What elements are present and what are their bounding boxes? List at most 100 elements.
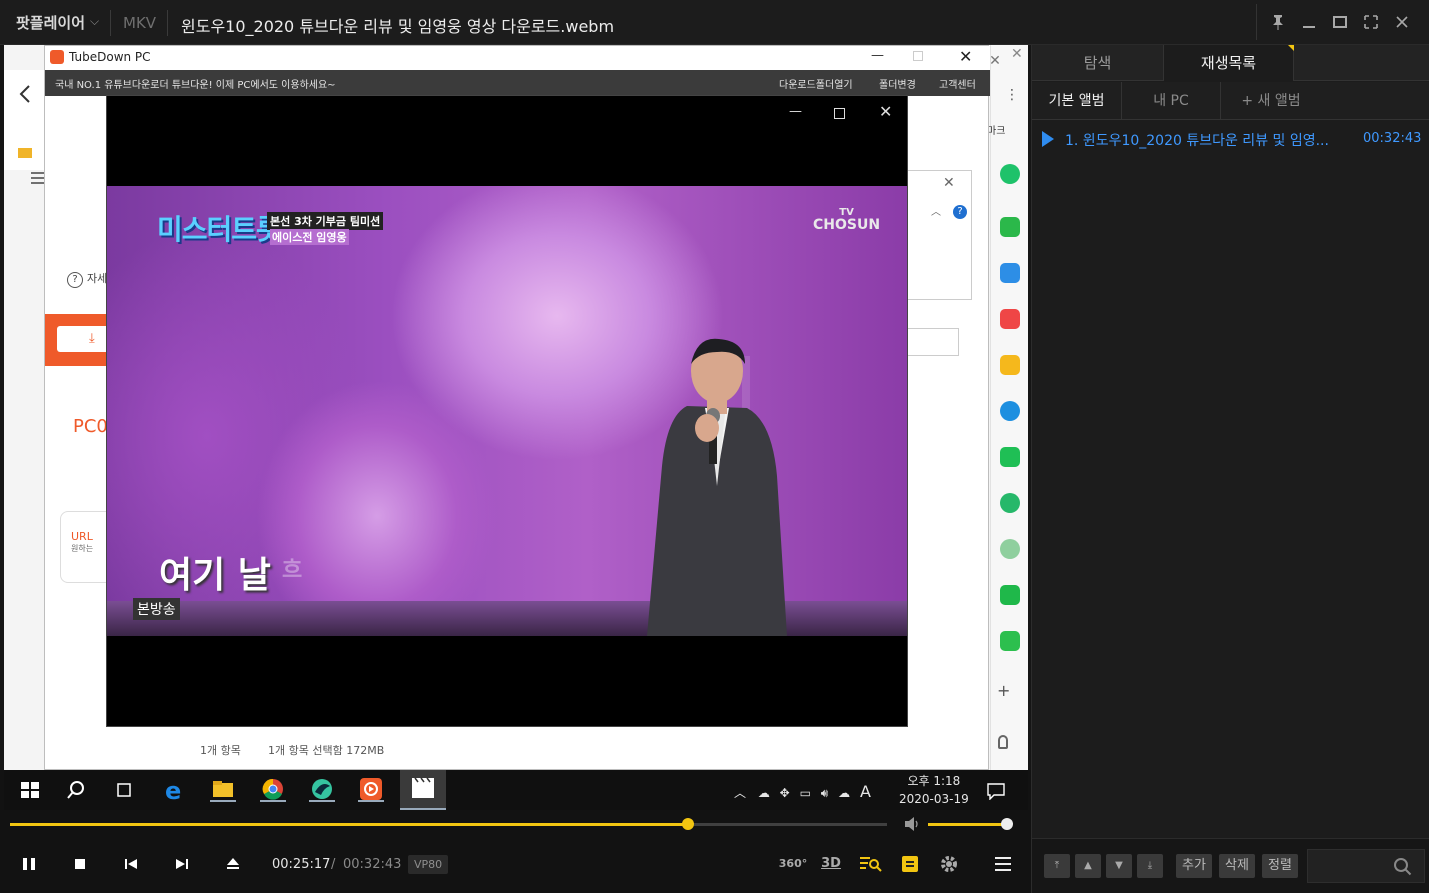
playlist-item[interactable]: 1. 윈도우10_2020 튜브다운 리뷰 및 임영... 00:32:43 <box>1032 125 1429 153</box>
search-icon[interactable] <box>64 778 90 802</box>
star-icon[interactable] <box>1000 355 1020 375</box>
maximize-icon[interactable] <box>834 108 845 119</box>
url-label: URL 원하는 <box>71 530 93 554</box>
move-bottom-icon[interactable]: ⤓ <box>1137 854 1163 878</box>
eject-button[interactable] <box>218 850 248 878</box>
video-window[interactable]: — ✕ 미스터트롯 본선 3차 기부금 팀미션 에이스전 임영웅 TV CHOS… <box>106 95 908 727</box>
bird-app-icon[interactable] <box>309 778 335 802</box>
bell-icon[interactable] <box>998 735 1008 749</box>
app-icon[interactable] <box>1000 217 1020 237</box>
app-icon[interactable] <box>1000 539 1020 559</box>
windows-start-icon[interactable] <box>18 778 44 802</box>
move-up-icon[interactable]: ▲ <box>1075 854 1101 878</box>
fullscreen-icon[interactable] <box>1359 10 1383 34</box>
vr-360-icon[interactable]: 360° <box>778 850 808 878</box>
search-icon[interactable] <box>1392 856 1414 878</box>
settings-gear-icon[interactable] <box>934 850 964 878</box>
ime-indicator[interactable]: A <box>860 782 871 801</box>
cloud-icon[interactable]: ☁ <box>838 786 850 800</box>
close-icon[interactable]: ✕ <box>943 175 955 191</box>
sort-button[interactable]: 정렬 <box>1262 854 1298 878</box>
folder-icon[interactable] <box>18 148 32 158</box>
download-button[interactable]: ⤓ <box>57 326 109 352</box>
tab-new-album[interactable]: + 새 앨범 <box>1221 82 1321 120</box>
back-icon[interactable] <box>18 84 32 104</box>
playlist-search-input[interactable] <box>1307 849 1425 883</box>
app-icon[interactable] <box>1000 585 1020 605</box>
current-time[interactable]: 00:25:17 <box>272 857 330 872</box>
volume-handle[interactable] <box>1001 818 1013 830</box>
download-banner: ⤓ <box>45 314 110 366</box>
pin-icon[interactable] <box>1266 10 1290 34</box>
tab-default-album[interactable]: 기본 앨범 <box>1032 82 1122 120</box>
menu-icon[interactable] <box>988 850 1018 878</box>
app-icon[interactable] <box>1000 309 1020 329</box>
3d-icon[interactable]: 3D <box>816 850 846 878</box>
selection-info: 1개 항목 선택함 172MB <box>268 744 385 757</box>
app-menu-button[interactable]: 팟플레이어 <box>16 12 85 33</box>
pause-button[interactable] <box>14 850 44 878</box>
volume-slider[interactable] <box>928 823 1008 826</box>
minimize-icon[interactable]: — <box>789 104 802 119</box>
help-icon[interactable]: ? <box>67 272 83 288</box>
dropbox-icon[interactable]: ✥ <box>780 786 790 800</box>
close-icon[interactable]: ✕ <box>879 102 892 121</box>
add-icon[interactable]: + <box>997 681 1010 700</box>
tab-explore[interactable]: 탐색 <box>1032 45 1163 81</box>
close-icon[interactable] <box>1390 10 1414 34</box>
network-icon[interactable]: ▭ <box>800 786 811 800</box>
tubedown-icon <box>50 50 64 64</box>
support-button[interactable]: 고객센터 <box>939 76 976 91</box>
chevron-up-icon[interactable]: ︿ <box>931 203 941 218</box>
edge-icon[interactable]: e <box>162 778 188 802</box>
move-top-icon[interactable]: ⤒ <box>1044 854 1070 878</box>
format-label: MKV <box>123 14 157 32</box>
video-caption: 본선 3차 기부금 팀미션 <box>267 212 384 230</box>
minimize-icon[interactable]: — <box>871 48 884 63</box>
add-button[interactable]: 추가 <box>1176 854 1212 878</box>
delete-button[interactable]: 삭제 <box>1219 854 1255 878</box>
tab-my-pc[interactable]: 내 PC <box>1122 82 1221 120</box>
change-folder-button[interactable]: 폴더변경 <box>879 76 916 91</box>
taskbar-clock[interactable]: 오후 1:18 2020-03-19 <box>899 772 969 808</box>
edge-icon[interactable] <box>1000 401 1020 421</box>
notification-icon[interactable] <box>986 782 1006 800</box>
next-button[interactable] <box>167 850 197 878</box>
playlist-icon[interactable] <box>895 850 925 878</box>
move-down-icon[interactable]: ▼ <box>1106 854 1132 878</box>
file-explorer-icon[interactable] <box>210 778 236 802</box>
stop-button[interactable] <box>65 850 95 878</box>
clock-time: 오후 1:18 <box>907 774 961 788</box>
help-icon[interactable]: ? <box>953 205 967 219</box>
video-area[interactable]: ✕ ⋮ 마크 + TubeDown PC — ✕ 국내 NO.1 유튜브다운로더… <box>4 45 1028 770</box>
chrome-icon[interactable] <box>260 778 286 802</box>
volume-icon[interactable] <box>903 816 921 832</box>
close-icon[interactable]: ✕ <box>959 47 972 66</box>
window-title: 윈도우10_2020 튜브다운 리뷰 및 임영웅 영상 다운로드.webm <box>181 17 615 36</box>
search-list-icon[interactable] <box>855 850 885 878</box>
tubedown-taskbar-icon[interactable] <box>358 778 384 802</box>
potplayer-taskbar-icon[interactable] <box>400 770 446 810</box>
codec-badge[interactable]: VP80 <box>408 855 449 874</box>
seek-handle[interactable] <box>681 818 694 830</box>
tab-playlist[interactable]: 재생목록 <box>1163 45 1294 81</box>
app-icon[interactable] <box>1000 164 1020 184</box>
onedrive-icon[interactable]: ☁ <box>758 786 770 800</box>
open-download-folder-button[interactable]: 다운로드폴더열기 <box>779 76 853 91</box>
chevron-up-icon[interactable]: ︿ <box>734 786 746 800</box>
seek-bar[interactable] <box>10 818 887 830</box>
total-duration[interactable]: 00:32:43 <box>343 857 401 872</box>
volume-icon[interactable]: 🔊︎ <box>821 786 829 800</box>
minimize-icon[interactable] <box>1297 10 1321 34</box>
previous-button[interactable] <box>116 850 146 878</box>
pc-label: PC0 <box>73 416 108 437</box>
chevron-down-icon[interactable]: ⌵ <box>90 14 99 29</box>
task-view-icon[interactable] <box>112 778 138 802</box>
maximize-icon[interactable] <box>1328 10 1352 34</box>
maximize-icon[interactable] <box>913 51 923 61</box>
more-icon[interactable]: ⋮ <box>1005 87 1019 103</box>
app-icon[interactable] <box>1000 447 1020 467</box>
app-icon[interactable] <box>1000 263 1020 283</box>
app-icon[interactable] <box>1000 631 1020 651</box>
play-icon[interactable] <box>1000 493 1020 513</box>
